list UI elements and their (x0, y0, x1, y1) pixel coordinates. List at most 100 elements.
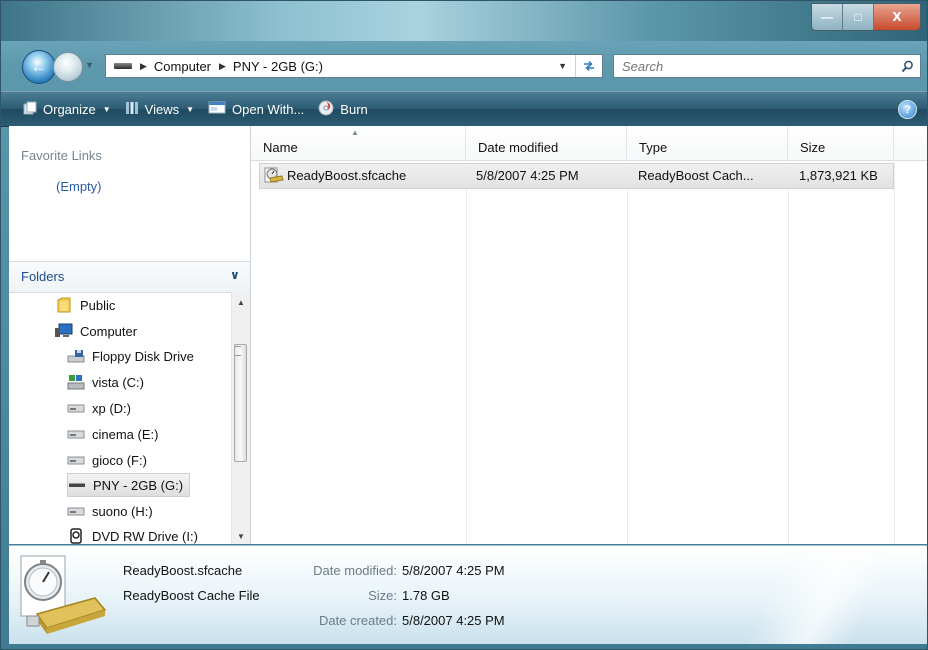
search-box[interactable] (613, 54, 921, 78)
favorite-links-empty: (Empty) (56, 179, 102, 194)
tree-item-cinema[interactable]: cinema (E:) (67, 422, 158, 446)
chevron-down-icon: ▼ (186, 104, 195, 114)
tree-item-xp[interactable]: xp (D:) (67, 396, 131, 420)
maximize-button[interactable]: □ (842, 4, 873, 30)
recent-pages-dropdown[interactable]: ▼ (85, 60, 94, 70)
folder-icon (55, 297, 73, 313)
back-arrow-icon: ← (30, 57, 48, 76)
open-with-button[interactable]: Open With... (208, 92, 304, 126)
breadcrumb-current-drive[interactable]: PNY - 2GB (G:) (233, 59, 323, 74)
scroll-down-icon[interactable]: ▼ (237, 532, 245, 541)
tree-item-gioco[interactable]: gioco (F:) (67, 448, 147, 472)
usb-drive-icon (68, 477, 86, 493)
sort-indicator-icon: ▲ (351, 128, 359, 137)
refresh-button[interactable] (575, 55, 602, 77)
tree-item-public[interactable]: Public (55, 293, 115, 317)
tree-item-label: Computer (80, 323, 138, 339)
forward-button[interactable]: → (53, 52, 83, 82)
chevron-down-icon[interactable]: ∨ (230, 268, 240, 282)
chevron-down-icon: ▼ (85, 60, 94, 70)
column-divider (466, 160, 467, 544)
command-bar: Organize ▼ Views ▼ Open With... Burn ? (1, 91, 927, 127)
date-modified-cell: 5/8/2007 4:25 PM (476, 168, 579, 183)
column-header-size[interactable]: Size (788, 126, 894, 160)
tree-item-suono[interactable]: suono (H:) (67, 499, 153, 523)
address-bar[interactable]: ▶ Computer ▶ PNY - 2GB (G:) ▼ (105, 54, 603, 78)
system-drive-icon (67, 374, 85, 390)
hard-drive-icon (67, 400, 85, 416)
tree-item-label: Floppy Disk Drive (92, 348, 194, 364)
tree-item-label: DVD RW Drive (I:) (92, 528, 198, 544)
dvd-drive-icon (67, 528, 85, 544)
details-date-created-label: Date created: (318, 613, 397, 628)
column-header-filler (894, 126, 927, 160)
column-header-type[interactable]: Type (627, 126, 788, 160)
size-cell: 1,873,921 KB (799, 168, 878, 183)
tree-item-label: gioco (F:) (92, 452, 147, 468)
hard-drive-icon (67, 452, 85, 468)
details-date-modified-value: 5/8/2007 4:25 PM (402, 563, 505, 578)
tree-item-floppy[interactable]: Floppy Disk Drive (67, 344, 194, 368)
details-size-value: 1.78 GB (402, 588, 450, 603)
search-icon[interactable] (901, 60, 914, 73)
folder-tree-scrollbar[interactable]: ▲ ▼ (231, 292, 250, 544)
burn-button[interactable]: Burn (318, 92, 368, 126)
views-button[interactable]: Views ▼ (125, 92, 194, 126)
details-pane: ReadyBoost.sfcache ReadyBoost Cache File… (9, 545, 927, 644)
views-label: Views (144, 101, 180, 117)
title-bar[interactable]: — □ X (1, 1, 927, 41)
tree-item-label: suono (H:) (92, 503, 153, 519)
scrollbar-thumb[interactable] (234, 344, 247, 462)
navigation-bar: ← → ▼ ▶ Computer ▶ PNY - 2GB (G:) ▼ (1, 41, 927, 91)
readyboost-file-large-icon (17, 554, 109, 643)
column-label: Name (263, 140, 298, 155)
breadcrumb-computer[interactable]: Computer (154, 59, 211, 74)
caption-buttons: — □ X (811, 3, 921, 31)
column-label: Date modified (478, 140, 559, 155)
column-header-name[interactable]: Name ▲ (251, 126, 466, 160)
tree-item-computer[interactable]: Computer (55, 319, 137, 343)
usb-drive-icon (114, 63, 132, 69)
column-header-date-modified[interactable]: Date modified (466, 126, 627, 160)
details-file-name: ReadyBoost.sfcache (123, 563, 243, 578)
tree-item-dvd[interactable]: DVD RW Drive (I:) (67, 524, 198, 544)
close-button[interactable]: X (873, 4, 920, 30)
column-label: Type (639, 140, 668, 155)
address-dropdown-icon[interactable]: ▼ (558, 61, 567, 71)
tree-item-vista[interactable]: vista (C:) (67, 370, 144, 394)
navigation-pane: Favorite Links (Empty) Folders ∨ Public … (9, 126, 251, 544)
hard-drive-icon (67, 503, 85, 519)
hard-drive-icon (67, 426, 85, 442)
back-button[interactable]: ← (22, 50, 56, 84)
tree-item-pny-selected[interactable]: PNY - 2GB (G:) (67, 473, 191, 497)
file-list: Name ▲ Date modified Type Size ReadyBoos… (251, 126, 927, 544)
search-input[interactable] (620, 57, 884, 75)
chevron-down-icon: ▼ (102, 104, 111, 114)
organize-label: Organize (43, 101, 96, 117)
scroll-up-icon[interactable]: ▲ (237, 298, 245, 307)
readyboost-file-icon (264, 166, 284, 187)
breadcrumb-arrow-icon[interactable]: ▶ (219, 61, 226, 72)
details-file-type: ReadyBoost Cache File (123, 588, 260, 603)
details-date-modified-label: Date modified: (313, 563, 397, 578)
column-divider (627, 160, 628, 544)
burn-disc-icon (318, 100, 334, 119)
column-label: Size (800, 140, 826, 155)
refresh-icon (584, 60, 594, 72)
burn-label: Burn (340, 101, 368, 117)
column-divider (788, 160, 789, 544)
folder-tree: Public Computer Floppy Disk Drive vista … (9, 292, 231, 544)
type-cell: ReadyBoost Cach... (638, 168, 754, 183)
minimize-button[interactable]: — (812, 4, 842, 30)
details-date-created-value: 5/8/2007 4:25 PM (402, 613, 505, 628)
organize-button[interactable]: Organize ▼ (23, 92, 111, 126)
open-with-label: Open With... (232, 101, 305, 117)
details-pane-shine (667, 546, 927, 644)
file-name-cell[interactable]: ReadyBoost.sfcache (287, 168, 406, 183)
breadcrumb-arrow-icon[interactable]: ▶ (140, 61, 147, 72)
organize-icon (23, 101, 37, 118)
column-divider (894, 160, 895, 544)
views-icon (125, 101, 139, 118)
folders-header[interactable]: Folders ∨ (9, 261, 250, 293)
help-icon[interactable]: ? (898, 100, 917, 119)
